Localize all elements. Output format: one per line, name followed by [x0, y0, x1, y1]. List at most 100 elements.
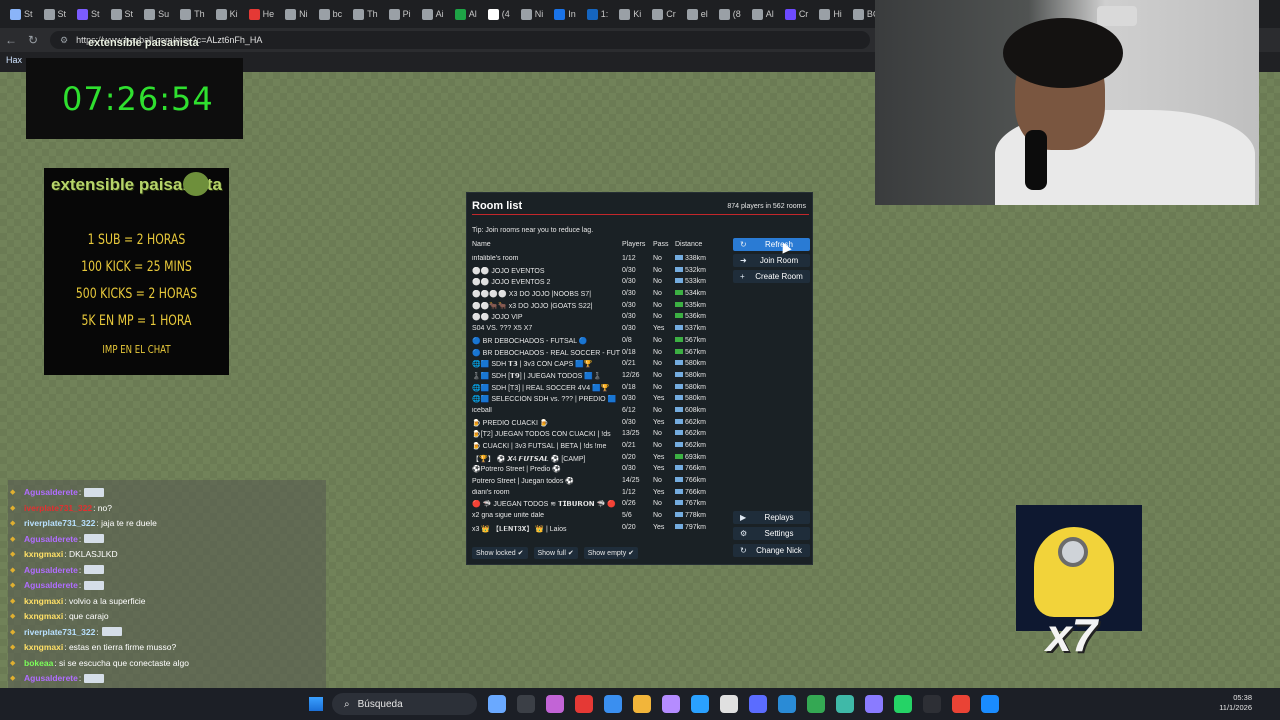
browser-tab[interactable]: St: [73, 4, 104, 24]
start-button[interactable]: [309, 697, 323, 711]
taskbar-app-icon[interactable]: [691, 695, 709, 713]
room-row[interactable]: 🍺[T2] JUEGAN TODOS CON CUACKI | !ds 13/25…: [472, 430, 724, 442]
browser-tab[interactable]: St: [40, 4, 71, 24]
show-full-toggle[interactable]: Show full ✔: [533, 547, 578, 559]
chat-username[interactable]: kxngmaxi: [24, 596, 63, 606]
browser-tab[interactable]: Al: [451, 4, 481, 24]
room-row[interactable]: ⚪⚪🐂🐂 x3 DO JOJO |GOATS S22| 0/30 No 535km: [472, 301, 724, 314]
chat-username[interactable]: Agusalderete: [24, 580, 78, 590]
taskbar-app-icon[interactable]: [981, 695, 999, 713]
browser-tab[interactable]: Su: [140, 4, 173, 24]
browser-tab[interactable]: Th: [349, 4, 382, 24]
column-distance[interactable]: Distance: [675, 241, 702, 248]
room-row[interactable]: Potrero Street | Juegan todos ⚽ 14/25 No 76…: [472, 477, 724, 489]
taskbar-app-icon[interactable]: [575, 695, 593, 713]
browser-tab[interactable]: Th: [176, 4, 209, 24]
taskbar-app-icon[interactable]: [894, 695, 912, 713]
browser-tab[interactable]: (4: [484, 4, 514, 24]
room-row[interactable]: x2 gna sigue unite dale 5/6 No 778km: [472, 512, 724, 524]
browser-tab[interactable]: He: [245, 4, 279, 24]
taskbar-app-icon[interactable]: [807, 695, 825, 713]
room-row[interactable]: 🍺 CUACKI | 3v3 FUTSAL | BETA | !ds !me 0/…: [472, 442, 724, 454]
chat-username[interactable]: kxngmaxi: [24, 549, 63, 559]
taskbar-app-icon[interactable]: [488, 695, 506, 713]
taskbar-app-icon[interactable]: [720, 695, 738, 713]
room-row[interactable]: ⚪⚪ JOJO EVENTOS 2 0/30 No 533km: [472, 278, 724, 290]
browser-tab[interactable]: Ni: [517, 4, 548, 24]
room-row[interactable]: ⚪⚪ JOJO VIP 0/30 No 536km: [472, 313, 724, 325]
taskbar-app-icon[interactable]: [865, 695, 883, 713]
browser-tab[interactable]: Ki: [212, 4, 242, 24]
chat-username[interactable]: riverplate731_322: [24, 627, 95, 637]
taskbar-app-icon[interactable]: [662, 695, 680, 713]
chat-username[interactable]: kxngmaxi: [24, 642, 63, 652]
show-empty-toggle[interactable]: Show empty ✔: [583, 547, 639, 559]
room-list[interactable]: infalible's room 1/12 No 338km ⚪⚪ JOJO EVENT…: [472, 255, 724, 540]
taskbar-app-icon[interactable]: [749, 695, 767, 713]
room-row[interactable]: 🌐🟦 SDH 𝗧𝟯 | 3v3 CON CAPS 🟦🏆 0/21 No 580km: [472, 360, 724, 372]
browser-tab[interactable]: Al: [748, 4, 778, 24]
reload-icon[interactable]: ↻: [22, 33, 44, 47]
room-row[interactable]: S04 VS. ??? X5 X7 0/30 Yes 537km: [472, 325, 724, 337]
column-name[interactable]: Name: [472, 241, 491, 248]
browser-tab[interactable]: Hi: [815, 4, 846, 24]
room-row[interactable]: diani's room 1/12 Yes 766km: [472, 488, 724, 501]
browser-tab[interactable]: el: [683, 4, 712, 24]
room-row[interactable]: iceball 6/12 No 608km: [472, 406, 724, 419]
column-pass[interactable]: Pass: [653, 241, 669, 248]
chat-username[interactable]: Agusalderete: [24, 534, 78, 544]
browser-tab[interactable]: (8: [715, 4, 745, 24]
taskbar-app-icon[interactable]: [604, 695, 622, 713]
chat-username[interactable]: Agusalderete: [24, 487, 78, 497]
taskbar-app-icon[interactable]: [517, 695, 535, 713]
settings-button[interactable]: ⚙ Settings: [733, 527, 810, 540]
taskbar-app-icon[interactable]: [836, 695, 854, 713]
room-row[interactable]: x3 👑 【𝐋𝐄𝐍𝐓𝟑𝐗】 👑 | Laios 0/20 Yes 797km: [472, 523, 724, 536]
browser-tab[interactable]: St: [107, 4, 138, 24]
column-players[interactable]: Players: [622, 241, 645, 248]
change-nick-button[interactable]: ↻ Change Nick: [733, 544, 810, 557]
chat-username[interactable]: kxngmaxi: [24, 611, 63, 621]
room-row[interactable]: ⚪⚪⚪⚪ X3 DO JOJO |NOOBS S7| 0/30 No 534km: [472, 290, 724, 302]
system-clock[interactable]: 05:38 11/1/2026: [1219, 693, 1252, 713]
show-locked-toggle[interactable]: Show locked ✔: [472, 547, 528, 559]
browser-tab[interactable]: St: [6, 4, 37, 24]
chat-username[interactable]: iverplate731_322: [24, 503, 92, 513]
room-row[interactable]: 🔵 BR DEBOCHADOS - REAL SOCCER - FUT 0/18 N…: [472, 348, 724, 361]
chat-username[interactable]: Agusalderete: [24, 673, 78, 683]
browser-tab[interactable]: In: [550, 4, 580, 24]
browser-tab[interactable]: Ki: [615, 4, 645, 24]
back-icon[interactable]: ←: [0, 33, 22, 47]
room-row[interactable]: ⚽Potrero Street | Predio ⚽ 0/30 Yes 766km: [472, 465, 724, 477]
room-row[interactable]: 🔵 BR DEBOCHADOS - FUTSAL 🔵 0/8 No 567km: [472, 336, 724, 349]
room-row[interactable]: 🔴 🦈 JUEGAN TODOS ≋ 𝗧𝗜𝗕𝗨𝗥𝗢𝗡 🦈 🔴 0/26 No 767k…: [472, 500, 724, 512]
chat-username[interactable]: Agusalderete: [24, 565, 78, 575]
taskbar-app-icon[interactable]: [633, 695, 651, 713]
browser-tab[interactable]: Ni: [281, 4, 312, 24]
room-row[interactable]: infalible's room 1/12 No 338km: [472, 255, 724, 267]
taskbar-app-icon[interactable]: [923, 695, 941, 713]
replays-button[interactable]: ▶ Replays: [733, 511, 810, 524]
taskbar-app-icon[interactable]: [546, 695, 564, 713]
room-row[interactable]: ⚪⚪ JOJO EVENTOS 0/30 No 532km: [472, 266, 724, 279]
browser-tab[interactable]: Cr: [781, 4, 813, 24]
browser-tab[interactable]: Pi: [385, 4, 415, 24]
refresh-button[interactable]: ↻ Refresh: [733, 238, 810, 251]
taskbar-app-icon[interactable]: [952, 695, 970, 713]
join-room-button[interactable]: ➜ Join Room: [733, 254, 810, 267]
taskbar-app-icon[interactable]: [778, 695, 796, 713]
room-row[interactable]: 【🏆】 ⚽ 𝙓4 𝙁𝙐𝙏𝙎𝘼𝙇 ⚽ [CAMP] 0/20 Yes 693km: [472, 453, 724, 466]
taskbar-search[interactable]: ⌕ Búsqueda: [332, 693, 477, 715]
browser-tab[interactable]: Cr: [648, 4, 680, 24]
room-row[interactable]: ♟️🟦 SDH [𝗧𝟵] | JUEGAN TODOS 🟦♟️ 12/26 No 58…: [472, 371, 724, 384]
site-info-icon[interactable]: ⚙: [60, 35, 68, 46]
browser-tab[interactable]: bc: [315, 4, 347, 24]
create-room-button[interactable]: + Create Room: [733, 270, 810, 283]
chat-username[interactable]: riverplate731_322: [24, 518, 95, 528]
browser-tab[interactable]: 1:: [583, 4, 613, 24]
room-row[interactable]: 🍺 PREDIO CUACKI 🍺 0/30 Yes 662km: [472, 418, 724, 431]
browser-tab[interactable]: Ai: [418, 4, 448, 24]
room-row[interactable]: 🌐🟦 SDH [T3] | REAL SOCCER 4V4 🟦🏆 0/18 No 58…: [472, 383, 724, 396]
chat-username[interactable]: bokeaa: [24, 658, 53, 668]
room-row[interactable]: 🌐🟦 SELECCIÓN SDH vs. ??? | PREDIO 🟦 0/30 Y…: [472, 395, 724, 407]
